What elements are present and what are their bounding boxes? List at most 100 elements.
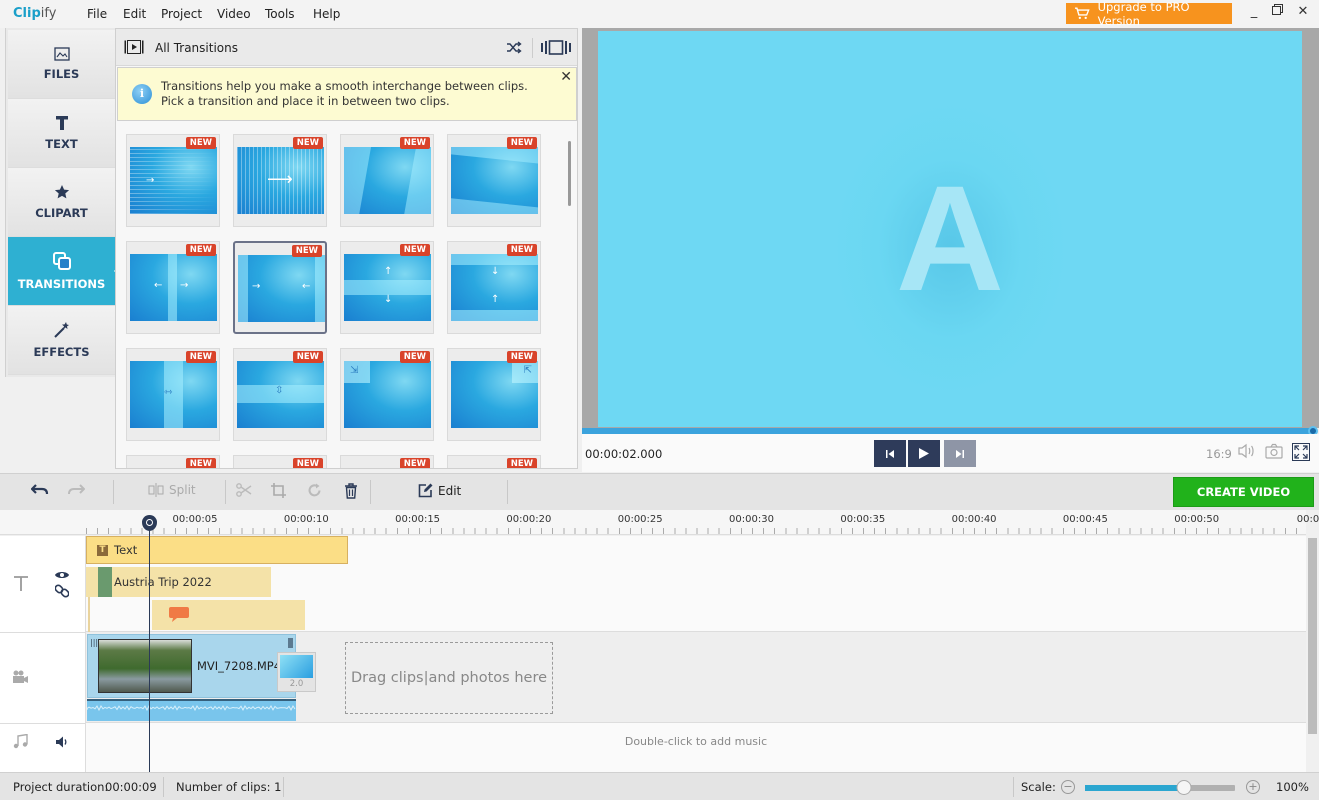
video-preview: A	[582, 28, 1319, 428]
audio-waveform[interactable]	[86, 699, 296, 721]
sidebar-item-effects[interactable]: EFFECTS	[8, 306, 115, 375]
menu-project[interactable]: Project	[161, 7, 202, 21]
rotate-button[interactable]	[307, 483, 322, 498]
transition-tile[interactable]: NEW	[447, 455, 541, 468]
title-clip-color	[98, 567, 112, 597]
clip-count: Number of clips: 1	[176, 780, 282, 794]
zoom-out-button[interactable]: −	[1061, 780, 1075, 794]
fullscreen-icon	[1294, 445, 1308, 459]
ruler-tick-label: 00:00:10	[283, 514, 329, 525]
edit-toolbar: Split Edit CREATE VIDEO	[0, 473, 1319, 510]
transition-chip[interactable]: 2.0	[277, 652, 316, 692]
speaker-icon[interactable]	[55, 735, 69, 749]
menu-tools[interactable]: Tools	[265, 7, 295, 21]
timeline-scrollbar-thumb[interactable]	[1308, 538, 1317, 734]
sidebar-item-label: CLIPART	[35, 206, 88, 220]
close-info-button[interactable]: ✕	[560, 69, 572, 85]
music-track[interactable]: Double-click to add music	[86, 723, 1306, 772]
transition-tile[interactable]: → NEW	[126, 134, 220, 227]
volume-icon[interactable]	[1236, 443, 1256, 463]
title-clip[interactable]: Austria Trip 2022	[86, 567, 271, 597]
sidebar-item-transitions[interactable]: TRANSITIONS	[8, 237, 122, 306]
transition-tile[interactable]: ⇱ NEW	[447, 348, 541, 441]
new-badge: NEW	[291, 245, 322, 257]
maximize-button[interactable]	[1267, 4, 1287, 22]
panel-scrollbar[interactable]	[568, 141, 571, 206]
clip-left-handle[interactable]: |||	[90, 638, 98, 647]
redo-icon	[68, 484, 85, 495]
fullscreen-button[interactable]	[1292, 443, 1310, 461]
waveform-graphic	[86, 705, 296, 712]
preview-canvas[interactable]: A	[598, 31, 1302, 427]
transition-tile[interactable]: ⇲ NEW	[340, 348, 434, 441]
transition-tile[interactable]: ← → NEW	[126, 241, 220, 334]
redo-button[interactable]	[67, 483, 85, 495]
sidebar-item-clipart[interactable]: CLIPART	[8, 168, 115, 237]
visibility-eye-icon[interactable]	[54, 570, 70, 580]
sidebar-item-files[interactable]: FILES	[8, 30, 115, 99]
cut-button[interactable]	[236, 483, 252, 497]
scale-slider-knob[interactable]	[1176, 780, 1192, 795]
transition-tile[interactable]: NEW	[447, 134, 541, 227]
zoom-in-button[interactable]: +	[1246, 780, 1260, 794]
transition-tile[interactable]: ↓ ↑ NEW	[447, 241, 541, 334]
transitions-panel: All Transitions i Transitions help you m…	[115, 28, 578, 469]
transitions-category-icon	[124, 40, 144, 54]
panel-header: All Transitions	[116, 29, 577, 66]
edit-button[interactable]: Edit	[418, 483, 461, 498]
undo-button[interactable]	[31, 483, 49, 495]
transition-tile[interactable]: → ← NEW	[233, 241, 327, 334]
new-badge: NEW	[506, 351, 537, 363]
ruler-tick-label: 00:00:50	[1174, 514, 1220, 525]
menu-file[interactable]: File	[87, 7, 107, 21]
aspect-ratio-button[interactable]: 16:9	[1206, 447, 1232, 461]
crop-button[interactable]	[271, 483, 286, 498]
menu-video[interactable]: Video	[217, 7, 251, 21]
transition-thumbnail: ⇿	[130, 361, 217, 428]
split-button[interactable]: Split	[148, 483, 196, 497]
transition-tile[interactable]: ↑ ↓ NEW	[340, 241, 434, 334]
timeline-ruler[interactable]: 00:00:05 00:00:10 00:00:15 00:00:20 00:00:25…	[0, 510, 1319, 535]
transition-tile[interactable]: NEW	[340, 455, 434, 468]
delete-button[interactable]	[344, 483, 358, 499]
new-badge: NEW	[506, 244, 537, 256]
shuffle-icon[interactable]	[506, 41, 522, 54]
play-button[interactable]	[908, 440, 940, 467]
transition-tile[interactable]: ⇳ NEW	[233, 348, 327, 441]
view-mode-icon[interactable]	[541, 40, 571, 55]
transition-tile[interactable]: NEW	[340, 134, 434, 227]
upgrade-button[interactable]: Upgrade to PRO Version	[1066, 0, 1232, 28]
link-icon[interactable]	[55, 584, 69, 598]
ruler-tick-label: 00:00:30	[729, 514, 774, 525]
transition-tile[interactable]: NEW	[233, 455, 327, 468]
skip-forward-button[interactable]	[944, 440, 976, 467]
menu-help[interactable]: Help	[313, 7, 340, 21]
transition-tile[interactable]: ⇿ NEW	[126, 348, 220, 441]
toolbar-divider	[113, 480, 114, 504]
minimize-button[interactable]: _	[1244, 4, 1264, 22]
clipart-clip[interactable]	[152, 600, 305, 630]
transition-tile[interactable]: ⟶ NEW	[233, 134, 327, 227]
sidebar-item-label: TEXT	[45, 137, 78, 151]
info-text: Transitions help you make a smooth inter…	[161, 79, 528, 108]
scale-slider-fill	[1085, 785, 1184, 791]
drop-zone[interactable]: Drag clips|and photos here	[345, 642, 553, 714]
scale-slider[interactable]	[1085, 780, 1235, 795]
new-badge: NEW	[292, 351, 323, 363]
clip-right-handle[interactable]	[288, 638, 293, 648]
ruler-tick-label: 00:0	[1296, 514, 1319, 525]
status-divider	[1013, 777, 1014, 797]
text-clip[interactable]: T Text	[86, 536, 348, 564]
menu-edit[interactable]: Edit	[123, 7, 146, 21]
sidebar-item-text[interactable]: TEXT	[8, 99, 115, 168]
timeline-scrollbar[interactable]	[1307, 536, 1319, 772]
transition-thumbnail: ⟶	[237, 147, 324, 214]
transition-tile[interactable]: NEW	[126, 455, 220, 468]
close-button[interactable]: ✕	[1293, 4, 1313, 22]
sidebar: FILES TEXT CLIPART TRANSITIONS EFFECTS	[5, 28, 122, 377]
skip-back-button[interactable]	[874, 440, 906, 467]
project-duration-label: Project duration:	[13, 780, 109, 794]
snapshot-icon[interactable]	[1264, 443, 1284, 463]
create-video-button[interactable]: CREATE VIDEO	[1173, 477, 1314, 507]
video-clip[interactable]: ||| MVI_7208.MP4	[87, 634, 296, 698]
